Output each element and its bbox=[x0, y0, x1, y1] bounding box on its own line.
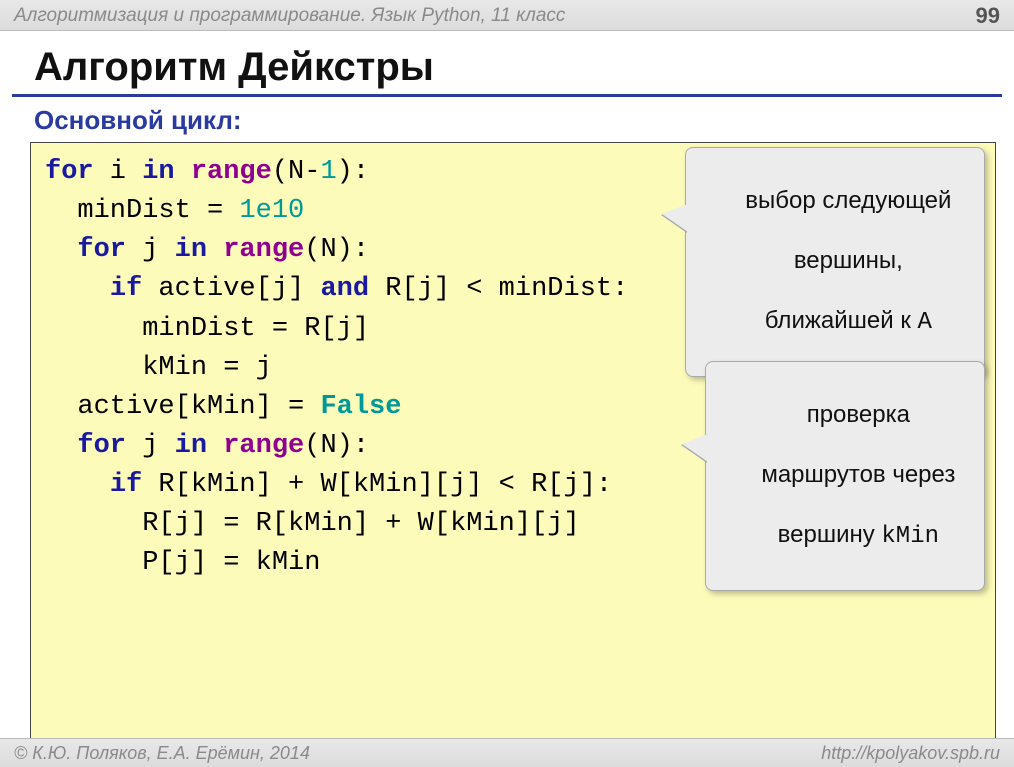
slide-header: Алгоритмизация и программирование. Язык … bbox=[0, 0, 1014, 31]
kw-for: for bbox=[45, 157, 94, 187]
url: http://kpolyakov.spb.ru bbox=[821, 743, 1000, 764]
kw-in: in bbox=[142, 157, 174, 187]
callout-route-check: проверка маршрутов через вершину kMin bbox=[705, 361, 985, 591]
callout-vertex-select: выбор следующей вершины, ближайшей к A bbox=[685, 147, 985, 377]
slide-footer: © К.Ю. Поляков, Е.А. Ерёмин, 2014 http:/… bbox=[0, 738, 1014, 767]
page-number: 99 bbox=[976, 3, 1000, 29]
code-block: for i in range(N-1): minDist = 1e10 for … bbox=[30, 142, 996, 755]
slide-subtitle: Основной цикл: bbox=[34, 105, 1014, 136]
fn-range: range bbox=[191, 157, 272, 187]
course-name: Алгоритмизация и программирование. Язык … bbox=[14, 5, 565, 27]
slide-title: Алгоритм Дейкстры bbox=[34, 45, 1014, 90]
title-underline bbox=[12, 94, 1002, 97]
copyright: © К.Ю. Поляков, Е.А. Ерёмин, 2014 bbox=[14, 743, 310, 764]
